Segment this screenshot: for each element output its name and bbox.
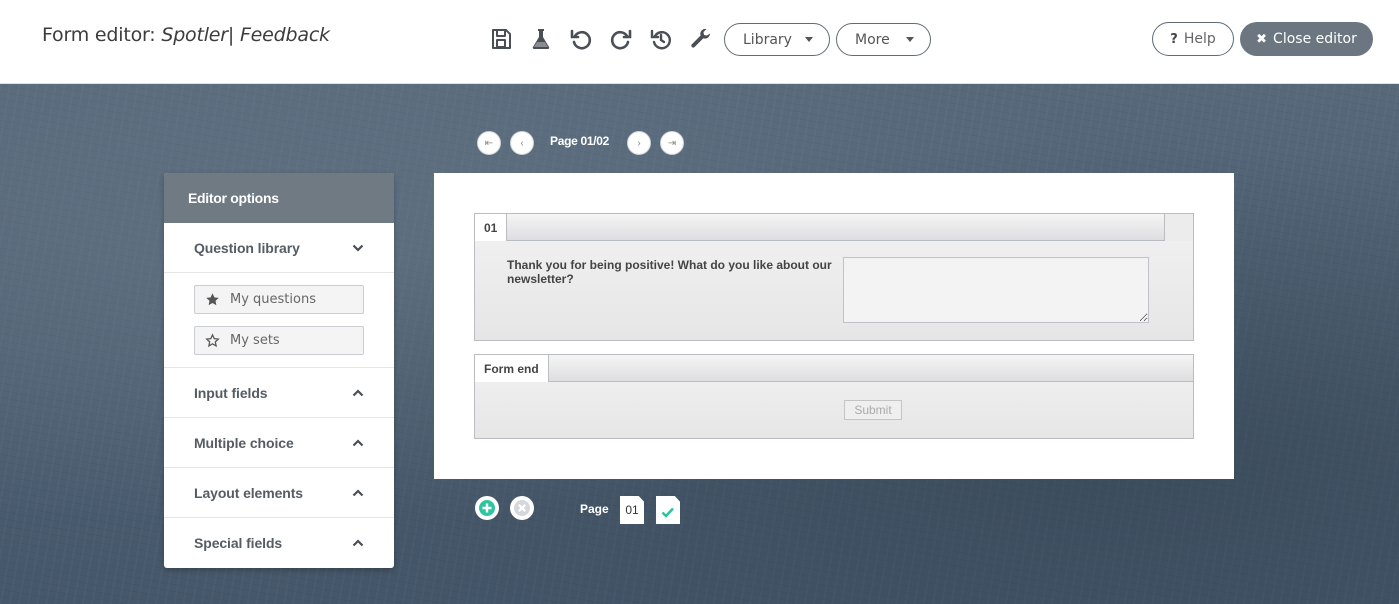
close-icon: ✖ xyxy=(1256,31,1268,47)
delete-page-button[interactable] xyxy=(510,496,534,520)
editor-title-prefix: Form editor: xyxy=(42,24,156,46)
chevron-down-icon xyxy=(906,37,914,42)
first-page-button[interactable]: ⇤ xyxy=(477,131,501,155)
editor-options-panel: Editor options Question library My quest… xyxy=(164,173,394,568)
question-block[interactable]: 01 Thank you for being positive! What do… xyxy=(474,213,1194,341)
star-icon xyxy=(206,293,219,306)
section-label: Multiple choice xyxy=(194,434,294,451)
library-dropdown[interactable]: Library xyxy=(724,23,830,56)
my-questions-label: My questions xyxy=(230,292,316,307)
form-end-block[interactable]: Form end Submit xyxy=(474,354,1194,439)
question-block-bar[interactable]: 01 xyxy=(475,214,1193,241)
question-block-options[interactable] xyxy=(1164,214,1193,241)
first-page-icon: ⇤ xyxy=(484,137,494,149)
page-tab-01[interactable]: 01 xyxy=(620,496,644,524)
undo-icon[interactable] xyxy=(567,25,595,53)
save-icon[interactable] xyxy=(487,25,515,53)
section-layout-elements[interactable]: Layout elements xyxy=(164,468,394,518)
my-sets-button[interactable]: My sets xyxy=(194,326,364,355)
section-special-fields[interactable]: Special fields xyxy=(164,518,394,568)
redo-icon[interactable] xyxy=(607,25,635,53)
question-number: 01 xyxy=(475,214,508,241)
add-page-button[interactable] xyxy=(475,496,499,520)
chevron-right-icon: › xyxy=(637,137,641,149)
page-indicator: Page 01/02 xyxy=(550,134,610,148)
form-canvas: 01 Thank you for being positive! What do… xyxy=(434,173,1234,479)
editor-title: Form editor: Spotler| Feedback xyxy=(42,24,330,46)
help-button-label: Help xyxy=(1183,31,1216,47)
question-icon: ? xyxy=(1170,31,1178,47)
last-page-button[interactable]: ⇥ xyxy=(660,131,684,155)
form-name: Spotler| Feedback xyxy=(161,24,330,46)
section-label: Special fields xyxy=(194,535,283,551)
chevron-up-icon xyxy=(352,489,364,497)
last-page-icon: ⇥ xyxy=(667,137,677,149)
page-label: Page xyxy=(580,502,609,516)
question-library-body: My questions My sets xyxy=(164,273,394,368)
chevron-down-icon xyxy=(352,244,364,252)
test-flask-icon[interactable] xyxy=(527,25,555,53)
close-icon xyxy=(514,500,530,516)
my-sets-label: My sets xyxy=(230,333,280,348)
star-outline-icon xyxy=(205,333,220,348)
plus-icon xyxy=(479,500,495,516)
section-question-library[interactable]: Question library xyxy=(164,223,394,273)
question-text: Thank you for being positive! What do yo… xyxy=(507,258,832,286)
section-label: Input fields xyxy=(194,384,268,401)
chevron-up-icon xyxy=(352,389,364,397)
history-icon[interactable] xyxy=(647,25,675,53)
top-bar: Form editor: Spotler| Feedback Library M… xyxy=(0,0,1399,84)
chevron-up-icon xyxy=(352,539,364,547)
help-button[interactable]: ? Help xyxy=(1152,22,1234,56)
previous-page-button[interactable]: ‹ xyxy=(510,131,534,155)
more-dropdown-label: More xyxy=(855,31,890,48)
page-tab-end[interactable] xyxy=(656,496,680,524)
form-end-tag: Form end xyxy=(475,355,549,382)
chevron-down-icon xyxy=(805,37,813,42)
more-dropdown[interactable]: More xyxy=(836,23,931,56)
library-dropdown-label: Library xyxy=(743,31,792,48)
chevron-left-icon: ‹ xyxy=(520,137,524,149)
section-label: Layout elements xyxy=(194,484,303,501)
answer-textarea[interactable] xyxy=(843,257,1149,323)
submit-button[interactable]: Submit xyxy=(844,400,902,420)
close-editor-label: Close editor xyxy=(1273,31,1357,47)
section-input-fields[interactable]: Input fields xyxy=(164,368,394,418)
section-multiple-choice[interactable]: Multiple choice xyxy=(164,418,394,468)
section-label: Question library xyxy=(194,239,300,256)
close-editor-button[interactable]: ✖ Close editor xyxy=(1240,22,1373,56)
settings-wrench-icon[interactable] xyxy=(687,25,715,53)
form-end-bar[interactable]: Form end xyxy=(475,355,1193,382)
chevron-up-icon xyxy=(352,439,364,447)
page-number: 01 xyxy=(625,503,639,517)
editor-options-title: Editor options xyxy=(164,173,394,223)
my-questions-button[interactable]: My questions xyxy=(194,285,364,314)
next-page-button[interactable]: › xyxy=(627,131,651,155)
checkmark-icon xyxy=(661,507,674,518)
